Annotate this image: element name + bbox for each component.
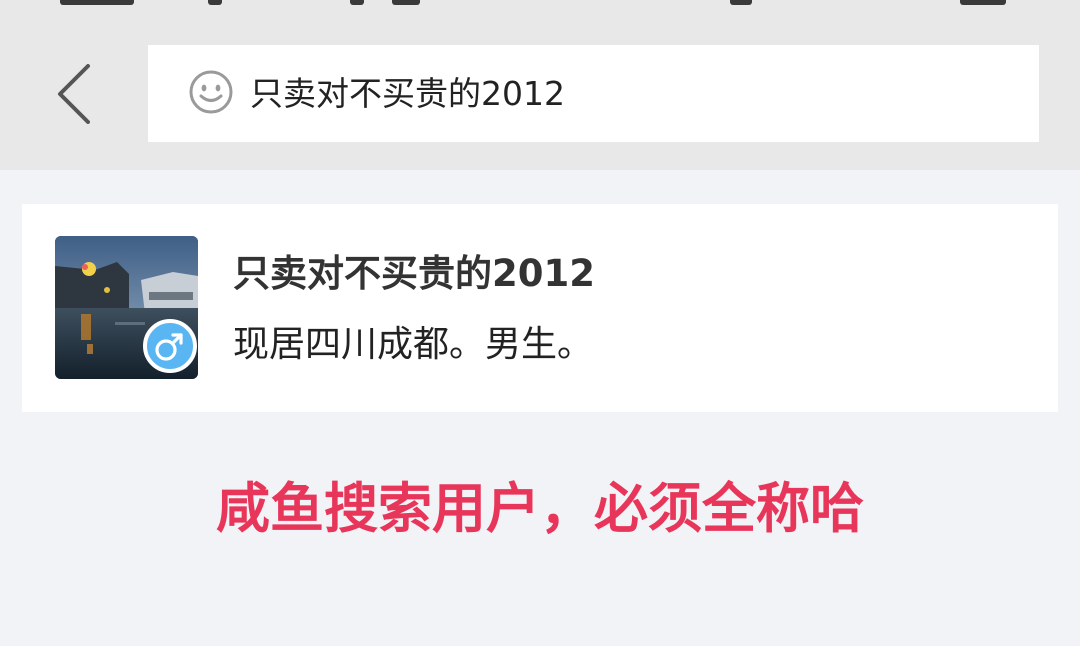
male-gender-icon	[143, 319, 197, 373]
back-button[interactable]	[44, 56, 104, 132]
status-bar-remnant	[0, 0, 1080, 6]
search-box[interactable]: 只卖对不买贵的2012	[148, 45, 1039, 142]
user-name: 只卖对不买贵的2012	[233, 252, 595, 295]
smile-icon	[189, 70, 233, 114]
user-result-card[interactable]: 只卖对不买贵的2012 现居四川成都。男生。	[22, 204, 1058, 412]
user-bio: 现居四川成都。男生。	[233, 324, 594, 365]
top-bar: 只卖对不买贵的2012	[0, 0, 1080, 170]
annotation-caption: 咸鱼搜索用户，必须全称哈	[216, 477, 864, 540]
chevron-left-icon	[58, 64, 90, 124]
search-query[interactable]: 只卖对不买贵的2012	[250, 71, 565, 117]
